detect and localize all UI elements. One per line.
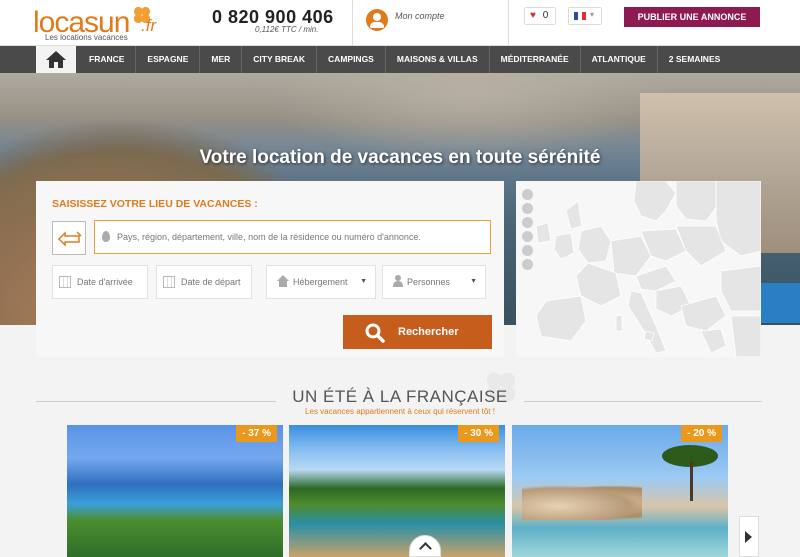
french-flag-icon xyxy=(574,12,586,20)
nav-item-city-break[interactable]: CITY BREAK xyxy=(241,46,316,73)
hero-background xyxy=(760,283,800,323)
calendar-icon xyxy=(163,276,175,288)
search-icon xyxy=(365,323,385,343)
favorites-count: 0 xyxy=(542,10,549,21)
heart-icon: ♥ xyxy=(530,10,536,21)
site-logo[interactable]: locasun .fr Les locations vacances xyxy=(33,6,173,42)
publish-listing-button[interactable]: PUBLIER UNE ANNONCE xyxy=(624,7,760,27)
nav-item-campings[interactable]: CAMPINGS xyxy=(316,46,385,73)
account-icon[interactable] xyxy=(366,9,388,31)
card-image xyxy=(522,485,642,520)
europe-map-graphic xyxy=(535,181,761,357)
section-title: UN ÉTÉ À LA FRANÇAISE xyxy=(292,387,508,406)
destination-placeholder: Pays, région, département, ville, nom de… xyxy=(117,232,421,242)
search-title: SAISISSEZ VOTRE LIEU DE VACANCES : xyxy=(52,198,258,210)
nav-item-mer[interactable]: MER xyxy=(199,46,241,73)
map-control-button[interactable] xyxy=(522,217,533,228)
nav-home[interactable] xyxy=(36,46,76,73)
hero-title: Votre location de vacances en toute séré… xyxy=(199,147,601,168)
chevron-down-icon: ▼ xyxy=(360,278,367,285)
house-icon xyxy=(277,275,289,287)
favorites-button[interactable]: ♥ 0 xyxy=(524,7,556,25)
nav-item-atlantique[interactable]: ATLANTIQUE xyxy=(579,46,657,73)
search-panel: SAISISSEZ VOTRE LIEU DE VACANCES : Pays,… xyxy=(36,181,504,357)
section-subtitle: Les vacances appartiennent à ceux qui ré… xyxy=(305,407,495,416)
chevron-down-icon: ▾ xyxy=(590,10,595,19)
nav-item-maisons-villas[interactable]: MAISONS & VILLAS xyxy=(384,46,489,73)
nav-item-2-semaines[interactable]: 2 SEMAINES xyxy=(656,46,732,73)
location-pin-icon xyxy=(102,231,110,242)
card-image xyxy=(690,461,693,501)
search-button-label: Rechercher xyxy=(398,326,459,338)
swap-button[interactable] xyxy=(52,221,86,255)
map-control-button[interactable] xyxy=(522,245,533,256)
calendar-icon xyxy=(59,276,71,288)
search-button[interactable]: Rechercher xyxy=(343,315,492,349)
account-link[interactable]: Mon compte xyxy=(395,11,445,21)
discount-badge: - 37 % xyxy=(236,425,277,442)
header-divider xyxy=(352,0,353,46)
arrival-date-field[interactable]: Date d'arrivée xyxy=(52,265,148,299)
chevron-down-icon: ▼ xyxy=(470,278,477,285)
offer-card[interactable]: - 30 % xyxy=(289,425,505,557)
persons-select[interactable]: Personnes ▼ xyxy=(382,265,486,299)
site-header: locasun .fr Les locations vacances 0 820… xyxy=(0,0,800,46)
map-controls xyxy=(522,189,533,273)
phone-price: 0,112€ TTC / min. xyxy=(255,25,319,34)
main-nav: FRANCE ESPAGNE MER CITY BREAK CAMPINGS M… xyxy=(0,46,800,73)
accommodation-select[interactable]: Hébergement ▼ xyxy=(266,265,376,299)
person-icon xyxy=(393,275,403,287)
carousel-next-button[interactable] xyxy=(739,516,759,557)
discount-badge: - 30 % xyxy=(458,425,499,442)
logo-tagline: Les locations vacances xyxy=(45,33,128,42)
departure-date-field[interactable]: Date de départ xyxy=(156,265,252,299)
offer-card[interactable]: - 20 % xyxy=(512,425,728,557)
discount-badge: - 20 % xyxy=(681,425,722,442)
map-control-button[interactable] xyxy=(522,231,533,242)
swap-arrows-icon xyxy=(57,231,82,247)
destination-input[interactable]: Pays, région, département, ville, nom de… xyxy=(94,220,491,254)
offer-card[interactable]: - 37 % xyxy=(67,425,283,557)
language-selector[interactable]: ▾ xyxy=(568,7,602,25)
europe-map[interactable] xyxy=(516,181,761,357)
nav-item-mediterranee[interactable]: MÉDITERRANÉE xyxy=(488,46,580,73)
nav-item-france[interactable]: FRANCE xyxy=(78,46,135,73)
map-control-button[interactable] xyxy=(522,189,533,200)
nav-item-espagne[interactable]: ESPAGNE xyxy=(135,46,199,73)
header-divider xyxy=(508,0,509,46)
map-control-button[interactable] xyxy=(522,259,533,270)
map-control-button[interactable] xyxy=(522,203,533,214)
home-icon xyxy=(46,51,66,68)
nav-items: FRANCE ESPAGNE MER CITY BREAK CAMPINGS M… xyxy=(78,46,731,73)
logo-tld: .fr xyxy=(141,16,157,35)
